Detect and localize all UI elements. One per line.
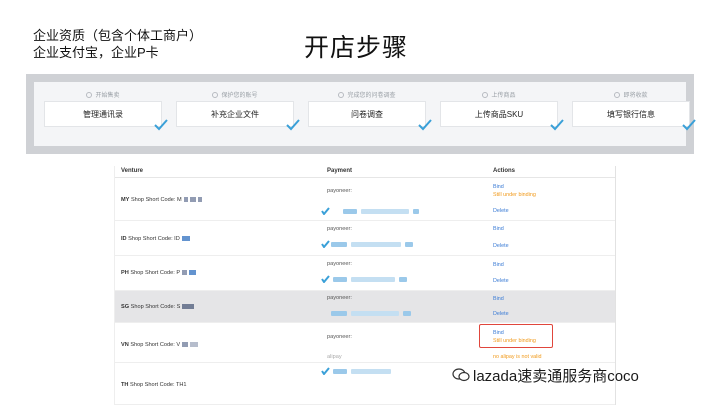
step-icon	[86, 92, 93, 98]
step-icon	[212, 92, 219, 98]
step-5[interactable]: 即将收款 填写银行信息	[572, 88, 696, 138]
step-1-label: 管理通讯录	[44, 101, 162, 127]
delete-link[interactable]: Delete	[493, 311, 509, 317]
redacted-block	[190, 342, 199, 347]
header-payment: Payment	[327, 168, 353, 174]
payment-provider: payoneer:	[327, 188, 352, 194]
step-2[interactable]: 保护您的账号 补充企业文件	[176, 88, 300, 138]
redacted-block	[181, 236, 190, 241]
check-icon	[154, 118, 168, 131]
step-1-caption: 开始售卖	[44, 90, 162, 99]
step-5-label: 填写银行信息	[572, 101, 690, 127]
steps-band: 开始售卖 管理通讯录 保护您的账号 补充企业文件 完成您的问卷调查 问卷调查 上…	[26, 74, 696, 154]
binding-status: Still under binding	[493, 192, 536, 198]
table-row: PH Shop Short Code: P payoneer: Bind Del…	[115, 256, 615, 291]
header-venture: Venture	[121, 168, 144, 174]
redacted-block	[183, 197, 188, 202]
redacted-block	[182, 342, 189, 347]
step-2-label: 补充企业文件	[176, 101, 294, 127]
redacted-account	[321, 275, 441, 284]
step-4-label: 上传商品SKU	[440, 101, 558, 127]
step-3-caption: 完成您的问卷调查	[308, 90, 426, 99]
step-4[interactable]: 上传商品 上传商品SKU	[440, 88, 564, 138]
notes-line-2: 企业支付宝，企业P卡	[33, 45, 159, 60]
step-2-caption: 保护您的账号	[176, 90, 294, 99]
step-3[interactable]: 完成您的问卷调查 问卷调查	[308, 88, 432, 138]
redacted-block	[197, 197, 202, 202]
notes-line-1: 企业资质（包含个体工商户）	[33, 28, 203, 43]
venture-cell: VN Shop Short Code: V	[121, 342, 199, 348]
header-actions: Actions	[493, 168, 516, 174]
highlight-box	[479, 324, 553, 348]
redacted-block	[182, 304, 195, 309]
venture-cell: MY Shop Short Code: M	[121, 197, 202, 203]
venture-cell: PH Shop Short Code: P	[121, 270, 197, 276]
bind-link[interactable]: Bind	[493, 262, 504, 268]
step-5-caption: 即将收款	[572, 90, 690, 99]
venture-cell: ID Shop Short Code: ID	[121, 236, 190, 242]
venture-cell: SG Shop Short Code: S	[121, 304, 195, 310]
bind-link[interactable]: Bind	[493, 296, 504, 302]
slide-title: 开店步骤	[304, 34, 409, 62]
step-1[interactable]: 开始售卖 管理通讯录	[44, 88, 168, 138]
watermark-text: lazada速卖通服务商coco	[473, 367, 639, 385]
redacted-block	[189, 197, 196, 202]
redacted-account	[321, 240, 441, 249]
step-icon	[482, 92, 489, 98]
check-icon	[286, 118, 300, 131]
redacted-block	[182, 270, 188, 275]
redacted-block	[189, 270, 197, 275]
check-icon	[418, 118, 432, 131]
venture-cell: TH Shop Short Code: TH1	[121, 382, 187, 388]
check-icon	[682, 118, 696, 131]
redacted-account	[321, 309, 441, 318]
step-icon	[614, 92, 621, 98]
payment-provider: payoneer:	[327, 295, 352, 301]
step-icon	[338, 92, 345, 98]
delete-link[interactable]: Delete	[493, 208, 509, 214]
notes: 企业资质（包含个体工商户） 企业支付宝，企业P卡	[33, 27, 202, 61]
table-row: MY Shop Short Code: M payoneer: Bind Sti…	[115, 178, 615, 221]
payment-provider: payoneer:	[327, 261, 352, 267]
redacted-account	[321, 207, 441, 216]
delete-link[interactable]: Delete	[493, 243, 509, 249]
check-icon	[550, 118, 564, 131]
table-header: Venture Payment Actions	[115, 166, 615, 178]
wechat-icon	[452, 368, 470, 382]
payment-provider: payoneer:	[327, 226, 352, 232]
table-row: SG Shop Short Code: S payoneer: Bind Del…	[115, 291, 615, 323]
alt-payment-status: no alipay is not valid	[493, 354, 542, 360]
step-4-caption: 上传商品	[440, 90, 558, 99]
watermark: lazada速卖通服务商coco	[452, 365, 639, 385]
bind-link[interactable]: Bind	[493, 184, 504, 190]
table-row: ID Shop Short Code: ID payoneer: Bind De…	[115, 221, 615, 256]
alt-payment-provider: alipay	[327, 354, 342, 360]
redacted-account	[321, 367, 441, 376]
step-3-label: 问卷调查	[308, 101, 426, 127]
steps-panel: 开始售卖 管理通讯录 保护您的账号 补充企业文件 完成您的问卷调查 问卷调查 上…	[34, 82, 696, 146]
bind-link[interactable]: Bind	[493, 226, 504, 232]
delete-link[interactable]: Delete	[493, 278, 509, 284]
payment-provider: payoneer:	[327, 334, 352, 340]
